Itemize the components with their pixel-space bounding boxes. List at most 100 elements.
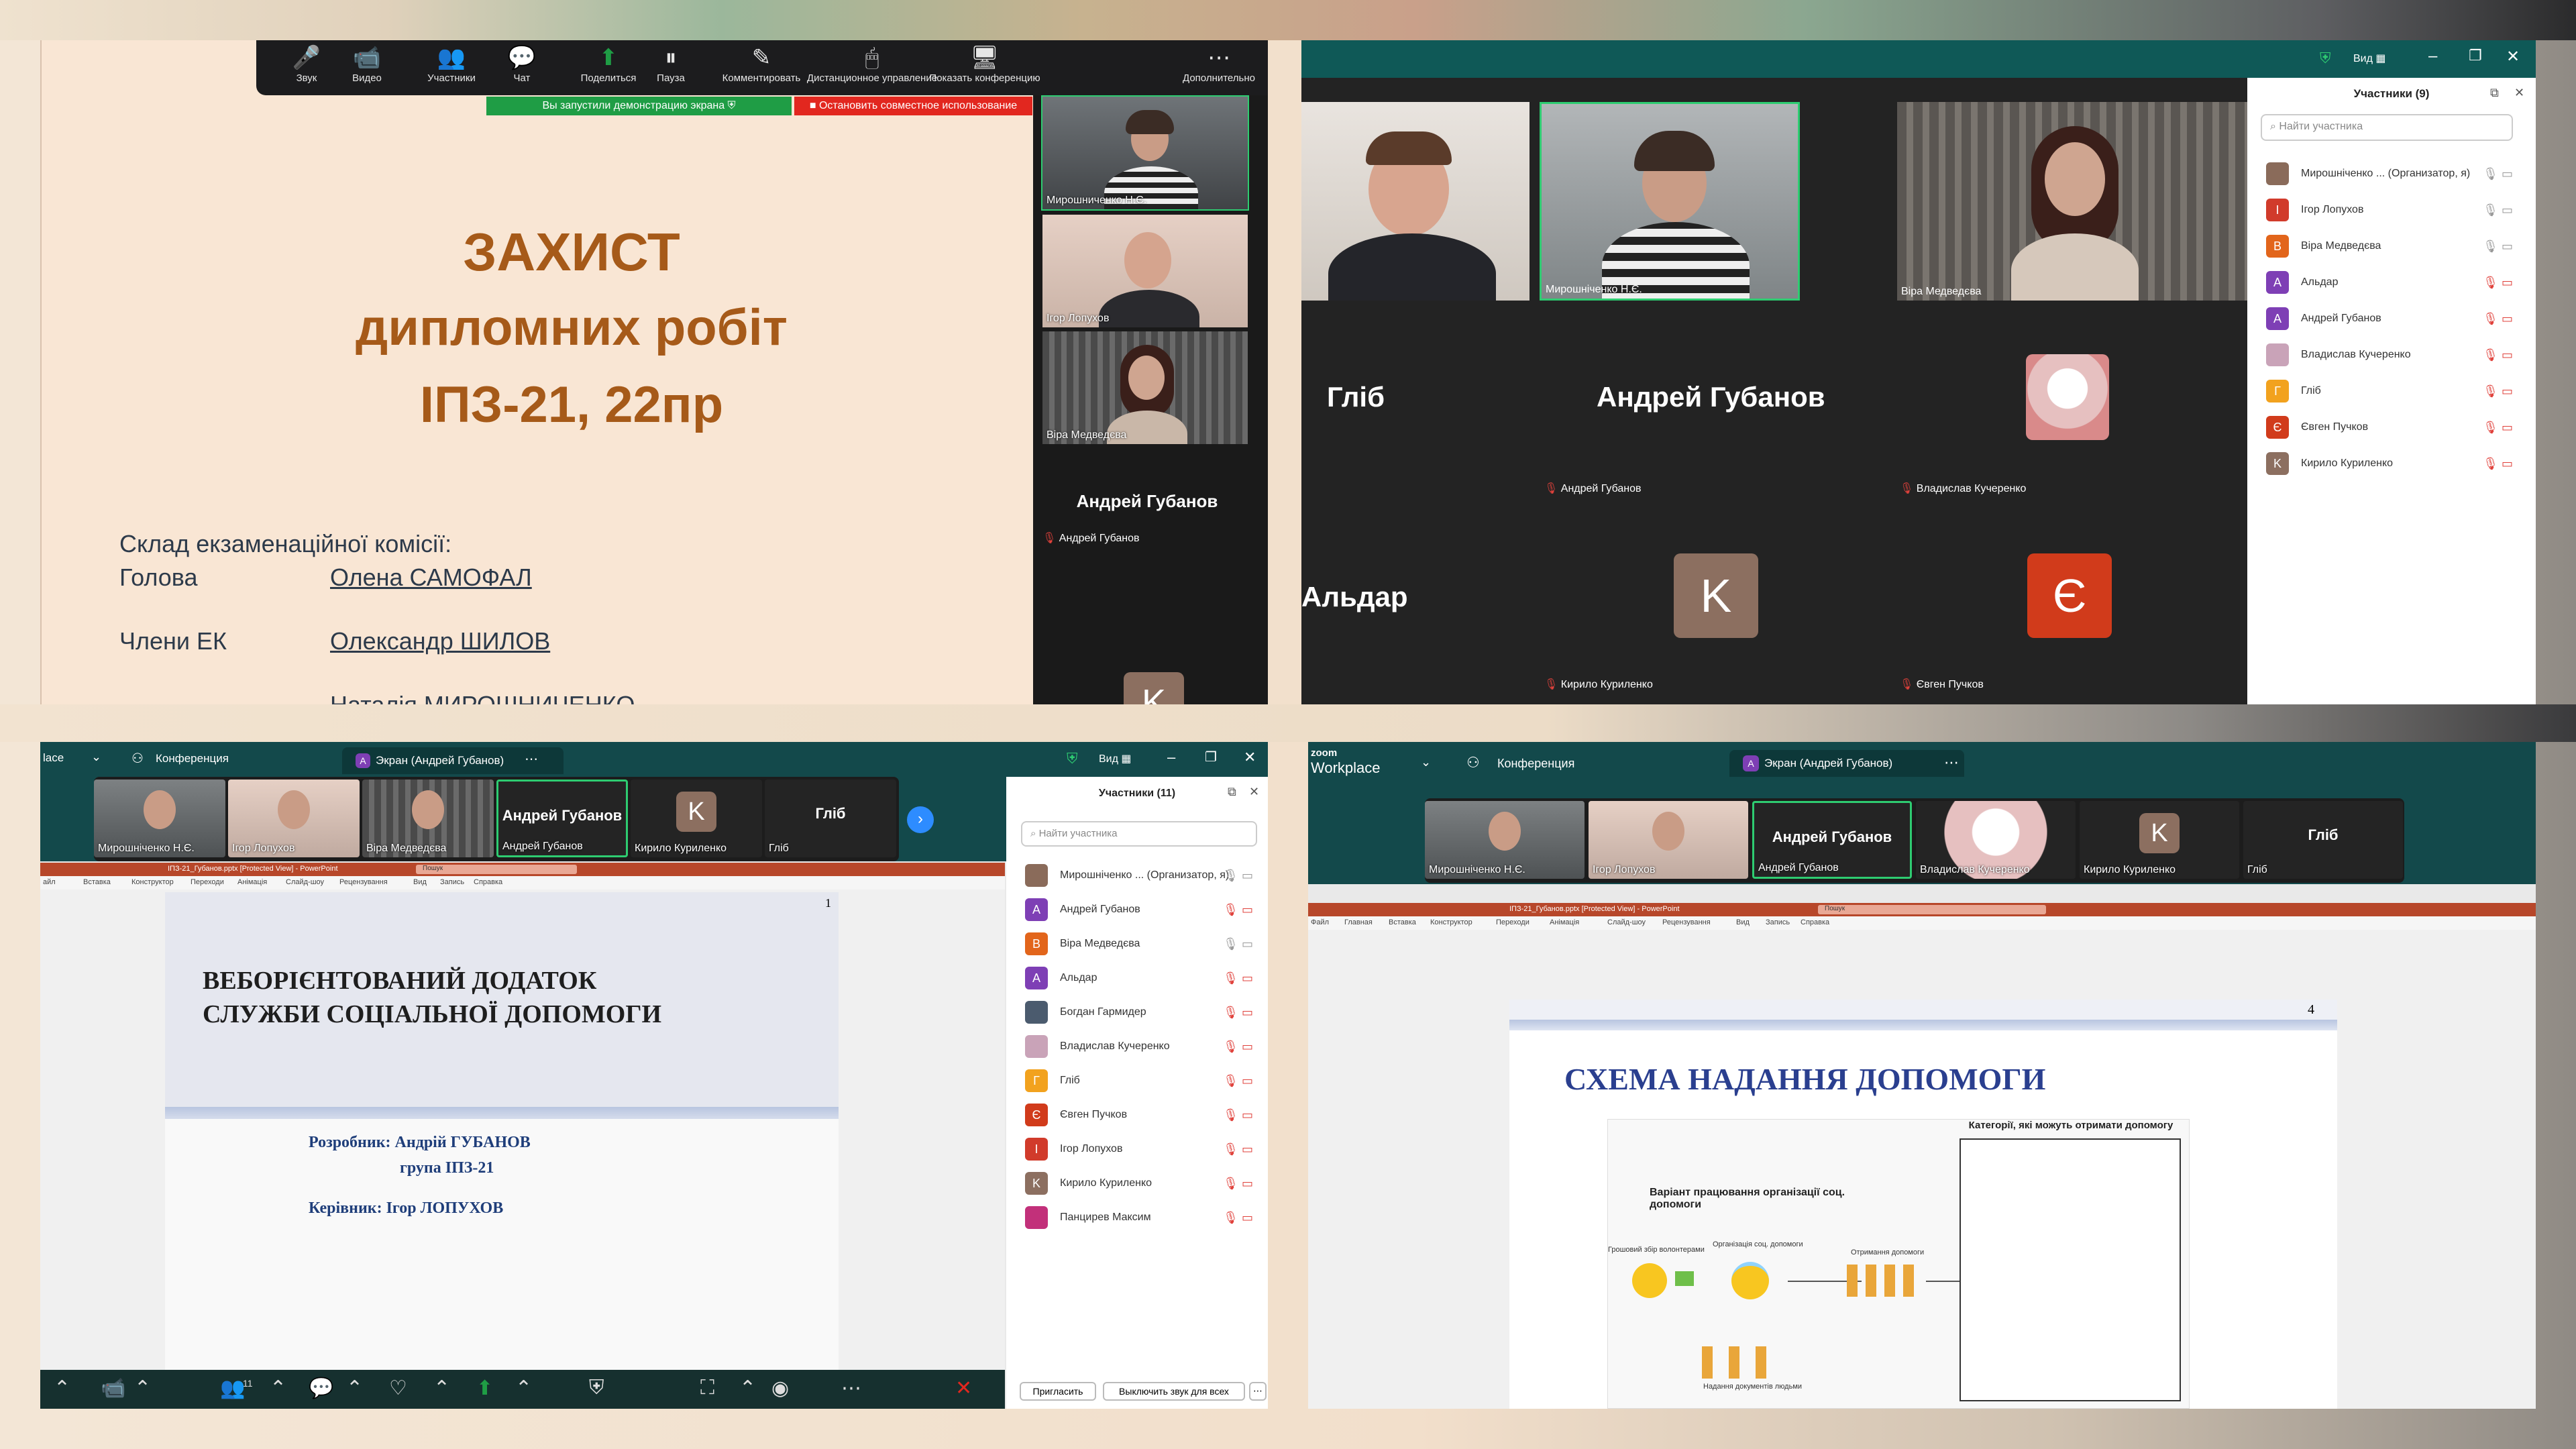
chevron-up-icon[interactable]: ⌃ <box>346 1377 363 1400</box>
participant-row[interactable]: A Андрей Губанов 🎙 ▭ <box>1025 894 1261 925</box>
participant-row[interactable]: Владислав Кучеренко 🎙 ▭ <box>1025 1031 1261 1062</box>
participant-row[interactable]: K Кирило Куриленко 🎙 ▭ <box>2266 448 2521 479</box>
participant-row[interactable]: I Ігор Лопухов 🎙 ▭ <box>1025 1134 1261 1165</box>
minimize-icon[interactable]: – <box>2428 47 2437 66</box>
mic-muted-icon[interactable]: 🎙 ▭ <box>1223 1006 1253 1020</box>
close-icon[interactable]: ✕ <box>1244 749 1256 766</box>
participant-row[interactable]: Панцирев Максим 🎙 ▭ <box>1025 1202 1261 1233</box>
chevron-right-icon[interactable]: › <box>907 806 934 833</box>
ppt-menu-item[interactable]: Слайд-шоу <box>286 878 324 886</box>
apps-icon[interactable]: ⛶ <box>700 1377 714 1399</box>
video-tile[interactable]: Віра Медведєва <box>1041 330 1249 445</box>
toolbar-button[interactable]: 💬 Чат <box>495 44 549 84</box>
ppt-menu-item[interactable]: Файл <box>1311 918 1329 926</box>
ppt-menu-item[interactable]: Анімація <box>237 878 267 886</box>
toolbar-button[interactable]: 🖥 Показать конференцию <box>918 44 1052 84</box>
mute-all-button[interactable]: Выключить звук для всех <box>1103 1382 1245 1401</box>
mic-muted-icon[interactable]: 🎙 ▭ <box>2483 348 2513 362</box>
video-tile[interactable]: Віра Медведєва <box>1897 102 2247 301</box>
participant-row[interactable]: K Кирило Куриленко 🎙 ▭ <box>1025 1168 1261 1199</box>
popout-icon[interactable]: ⧉ <box>2490 86 2499 100</box>
maximize-icon[interactable]: ❐ <box>2469 47 2482 64</box>
chevron-up-icon[interactable]: ⌃ <box>739 1377 756 1400</box>
video-thumbnail[interactable]: Віра Медведєва <box>362 780 494 857</box>
video-thumbnail[interactable]: Гліб Гліб <box>765 780 896 857</box>
participant-row[interactable]: Г Гліб 🎙 ▭ <box>2266 376 2521 407</box>
video-thumbnail[interactable]: Гліб Гліб <box>2243 801 2403 879</box>
participant-row[interactable]: Є Євген Пучков 🎙 ▭ <box>1025 1099 1261 1130</box>
search-input[interactable]: ⌕ Найти участника <box>1021 821 1257 847</box>
mic-muted-icon[interactable]: 🎙 ▭ <box>1223 1108 1253 1122</box>
ppt-menu-item[interactable]: Запись <box>440 878 464 886</box>
reactions-icon[interactable]: ♡ <box>389 1377 407 1400</box>
participant-row[interactable]: Богдан Гармидер 🎙 ▭ <box>1025 997 1261 1028</box>
chevron-down-icon[interactable]: ⌄ <box>1421 755 1431 769</box>
chevron-up-icon[interactable]: ⌃ <box>134 1377 151 1400</box>
participant-row[interactable]: Г Гліб 🎙 ▭ <box>1025 1065 1261 1096</box>
ppt-menu-item[interactable]: Рецензування <box>339 878 388 886</box>
ppt-menu-item[interactable]: Справка <box>474 878 502 886</box>
mic-muted-icon[interactable]: 🎙 ▭ <box>2483 421 2513 435</box>
participant-row[interactable]: B Віра Медведєва 🎙 ▭ <box>1025 928 1261 959</box>
ppt-menu-item[interactable]: Справка <box>1801 918 1829 926</box>
view-button[interactable]: Вид ▦ <box>1099 752 1132 765</box>
participant-row[interactable]: Мирошніченко ... (Организатор, я) 🎙 ▭ <box>2266 158 2521 189</box>
ppt-menu-item[interactable]: Вид <box>1736 918 1750 926</box>
mic-muted-icon[interactable]: 🎙 ▭ <box>2483 203 2513 217</box>
video-thumbnail[interactable]: Владислав Кучеренко <box>1916 801 2076 879</box>
ppt-menu-item[interactable]: Слайд-шоу <box>1607 918 1646 926</box>
mic-muted-icon[interactable]: 🎙 ▭ <box>2483 457 2513 471</box>
more-icon[interactable]: ⋯ <box>841 1377 861 1400</box>
stop-share-button[interactable]: ■ Остановить совместное использование <box>794 97 1032 115</box>
mic-muted-icon[interactable]: 🎙 ▭ <box>2483 276 2513 290</box>
close-icon[interactable]: ✕ <box>2514 86 2524 100</box>
toolbar-button[interactable]: 📹 Видео <box>337 44 397 84</box>
view-button[interactable]: Вид ▦ <box>2353 52 2386 65</box>
more-icon[interactable]: ⋯ <box>525 751 538 767</box>
video-icon[interactable]: 📹 <box>101 1377 125 1400</box>
video-thumbnail[interactable]: K Кирило Куриленко <box>2080 801 2239 879</box>
video-thumbnail[interactable]: Ігор Лопухов <box>1589 801 1748 879</box>
mic-muted-icon[interactable]: 🎙 ▭ <box>1223 1211 1253 1225</box>
participant-row[interactable]: Є Євген Пучков 🎙 ▭ <box>2266 412 2521 443</box>
video-thumbnail[interactable]: Андрей Губанов Андрей Губанов <box>1752 801 1912 879</box>
ppt-search[interactable]: Пошук <box>1818 905 2046 914</box>
chevron-up-icon[interactable]: ⌃ <box>515 1377 532 1400</box>
ppt-search[interactable]: Пошук <box>416 865 577 874</box>
participant-row[interactable]: B Віра Медведєва 🎙 ▭ <box>2266 231 2521 262</box>
chat-icon[interactable]: 💬 <box>309 1377 333 1400</box>
mic-muted-icon[interactable]: 🎙 ▭ <box>1223 869 1253 883</box>
toolbar-button[interactable]: ⏸ Пауза <box>644 44 698 84</box>
mic-muted-icon[interactable]: 🎙 ▭ <box>1223 971 1253 985</box>
participants-icon[interactable]: 👥 <box>220 1377 245 1400</box>
ppt-menu-item[interactable]: Конструктор <box>1430 918 1472 926</box>
mic-muted-icon[interactable]: 🎙 ▭ <box>1223 1177 1253 1191</box>
mic-muted-icon[interactable]: 🎙 ▭ <box>2483 167 2513 181</box>
invite-button[interactable]: Пригласить <box>1020 1382 1096 1401</box>
chevron-up-icon[interactable]: ⌃ <box>54 1377 70 1400</box>
toolbar-button[interactable]: ✎ Комментировать <box>718 44 805 84</box>
video-thumbnail[interactable]: Мирошніченко Н.Є. <box>1425 801 1585 879</box>
chevron-down-icon[interactable]: ⌄ <box>91 750 101 764</box>
participant-row[interactable]: A Альдар 🎙 ▭ <box>2266 267 2521 298</box>
video-tile[interactable]: Ігор Лопухов <box>1041 213 1249 329</box>
share-screen-icon[interactable]: ⬆ <box>476 1377 493 1400</box>
toolbar-button[interactable]: ⋯ Дополнительно <box>1175 44 1263 84</box>
video-thumbnail[interactable]: K Кирило Куриленко <box>631 780 762 857</box>
mic-muted-icon[interactable]: 🎙 ▭ <box>1223 1074 1253 1088</box>
more-icon[interactable]: ⋯ <box>1944 754 1959 771</box>
participant-row[interactable]: A Андрей Губанов 🎙 ▭ <box>2266 303 2521 334</box>
toolbar-button[interactable]: 👥 Участники <box>415 44 488 84</box>
video-thumbnail[interactable]: Мирошніченко Н.Є. <box>94 780 225 857</box>
participant-row[interactable]: Владислав Кучеренко 🎙 ▭ <box>2266 339 2521 370</box>
toolbar-button[interactable]: 🎤 Звук <box>276 44 337 84</box>
tab-screen-share[interactable]: A Экран (Андрей Губанов) <box>1729 750 1964 777</box>
maximize-icon[interactable]: ❐ <box>1205 749 1217 765</box>
video-thumbnail[interactable]: Ігор Лопухов <box>228 780 360 857</box>
search-input[interactable]: ⌕ Найти участника <box>2261 114 2513 141</box>
ppt-menu-item[interactable]: Рецензування <box>1662 918 1711 926</box>
ppt-menu-item[interactable]: айл <box>43 878 56 886</box>
minimize-icon[interactable]: – <box>1167 749 1175 766</box>
video-thumbnail[interactable]: Андрей Губанов Андрей Губанов <box>496 780 628 857</box>
ppt-menu-item[interactable]: Вставка <box>83 878 111 886</box>
